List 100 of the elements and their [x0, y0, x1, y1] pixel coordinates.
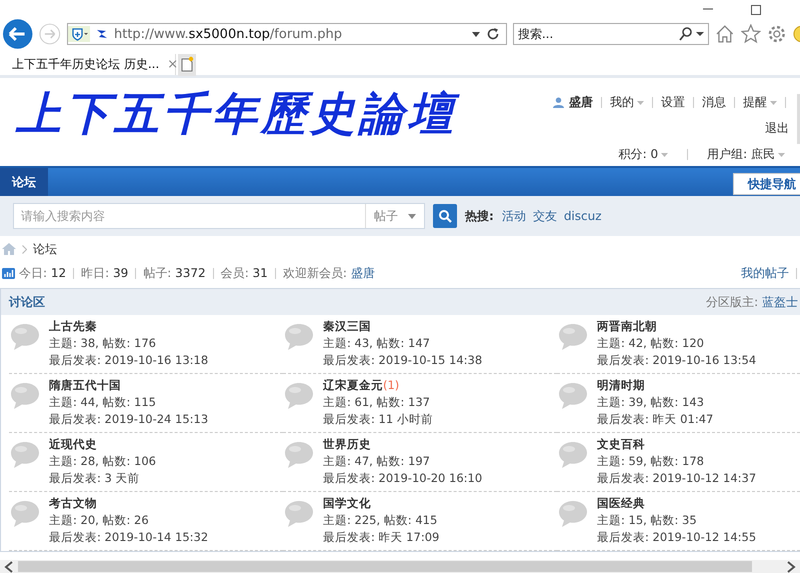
settings-icon[interactable]: [766, 24, 786, 44]
forum-title-link[interactable]: 文史百科: [597, 437, 645, 451]
address-bar[interactable]: http://www.sx5000n.top/forum.php: [67, 23, 507, 45]
speech-bubble-icon: [9, 499, 41, 529]
user-icon: [553, 97, 564, 108]
hot-search-link[interactable]: 交友: [532, 208, 557, 224]
forum-title-link[interactable]: 世界历史: [323, 437, 371, 451]
breadcrumb-link[interactable]: 论坛: [33, 240, 57, 258]
quick-nav-button[interactable]: 快捷导航: [733, 173, 800, 195]
forum-stats: 主题: 225, 帖数: 415: [323, 513, 438, 528]
new-member-label: 欢迎新会员:: [282, 264, 347, 282]
refresh-icon[interactable]: [486, 27, 500, 41]
forum-title-link[interactable]: 秦汉三国: [323, 319, 371, 333]
speech-bubble-icon: [557, 499, 589, 529]
last-post-text: 最后发表: 2019-10-24 15:13: [49, 412, 208, 427]
chevron-icon: [22, 244, 27, 254]
search-placeholder: 搜索...: [518, 26, 554, 42]
last-post-text: 最后发表: 昨天 01:47: [597, 412, 714, 427]
last-post-text: 最后发表: 2019-10-12 14:37: [597, 471, 756, 486]
forum-title-link[interactable]: 国医经典: [597, 496, 645, 510]
user-group-link[interactable]: 用户组: 庶民: [707, 146, 785, 163]
my-posts-link[interactable]: 我的帖子: [741, 264, 789, 282]
forum-title-link[interactable]: 隋唐五代十国: [49, 378, 121, 392]
forum-stats: 主题: 44, 帖数: 115: [49, 395, 157, 410]
user-menu-link[interactable]: 我的: [610, 94, 644, 111]
horizontal-scrollbar[interactable]: [0, 560, 800, 573]
forum-title-link[interactable]: 上古先秦: [49, 319, 97, 333]
search-field[interactable]: 请输入搜索内容 帖子: [13, 203, 425, 229]
new-member-link[interactable]: 盛唐: [350, 264, 375, 282]
last-post-text: 最后发表: 昨天 17:09: [323, 530, 440, 545]
forum-title-link[interactable]: 考古文物: [49, 496, 97, 510]
last-post-text: 最后发表: 2019-10-16 13:54: [597, 353, 756, 368]
forum-title-link[interactable]: 辽宋夏金元: [323, 378, 383, 392]
hot-search-link[interactable]: 活动: [502, 208, 526, 224]
forum-title-link[interactable]: 两晋南北朝: [597, 319, 657, 333]
shield-icon[interactable]: [68, 26, 90, 42]
url-text: http://www.sx5000n.top/forum.php: [114, 26, 343, 42]
home-icon[interactable]: [715, 24, 735, 44]
new-tab-icon[interactable]: [178, 54, 196, 76]
speech-bubble-icon: [9, 322, 41, 352]
moderator-label: 分区版主:: [706, 294, 758, 308]
user-menu-link[interactable]: 提醒: [743, 94, 777, 111]
last-post-text: 最后发表: 11 小时前: [323, 412, 433, 427]
last-post-text: 最后发表: 2019-10-20 16:10: [323, 471, 482, 486]
forum-title-link[interactable]: 近现代史: [49, 437, 97, 451]
last-post-text: 最后发表: 3 天前: [49, 471, 141, 486]
stat-text: 昨日: 39: [81, 264, 128, 282]
stat-text: 今日: 12: [19, 264, 66, 282]
speech-bubble-icon: [283, 440, 315, 470]
back-icon[interactable]: [2, 18, 34, 50]
site-icon: [96, 28, 108, 40]
speech-bubble-icon: [283, 499, 315, 529]
user-menu-link[interactable]: 设置: [661, 94, 685, 111]
speech-bubble-icon: [557, 440, 589, 470]
maximize-icon[interactable]: [750, 4, 762, 16]
forum-stats: 主题: 47, 帖数: 197: [323, 454, 431, 469]
last-post-text: 最后发表: 2019-10-14 15:32: [49, 530, 208, 545]
forum-stats: 主题: 38, 帖数: 176: [49, 336, 157, 351]
forum-title-link[interactable]: 明清时期: [597, 378, 645, 392]
star-icon[interactable]: [740, 24, 761, 44]
speech-bubble-icon: [557, 322, 589, 352]
forum-stats: 主题: 59, 帖数: 178: [597, 454, 705, 469]
forum-stats: 主题: 61, 帖数: 137: [323, 395, 431, 410]
speech-bubble-icon: [9, 440, 41, 470]
search-field[interactable]: 搜索...: [512, 23, 710, 45]
search-button[interactable]: [433, 204, 457, 228]
speech-bubble-icon: [557, 381, 589, 411]
forum-stats: 主题: 39, 帖数: 143: [597, 395, 705, 410]
logout-link[interactable]: 退出: [765, 120, 789, 137]
stat-text: 会员: 31: [220, 264, 268, 282]
scrollbar-thumb[interactable]: [18, 561, 752, 572]
points-link[interactable]: 积分: 0: [618, 146, 668, 163]
scroll-left-icon[interactable]: [4, 560, 14, 572]
nav-tab[interactable]: 论坛: [0, 168, 48, 196]
speech-bubble-icon: [283, 381, 315, 411]
forum-stats: 主题: 20, 帖数: 26: [49, 513, 150, 528]
username-link[interactable]: 盛唐: [569, 94, 593, 111]
search-icon[interactable]: [678, 27, 704, 41]
last-post-text: 最后发表: 2019-10-15 14:38: [323, 353, 482, 368]
forum-stats: 主题: 15, 帖数: 35: [597, 513, 698, 528]
hot-search-link[interactable]: discuz: [564, 209, 602, 223]
user-menu-link[interactable]: 消息: [702, 94, 726, 111]
forum-stats: 主题: 42, 帖数: 120: [597, 336, 705, 351]
stat-text: 帖子: 3372: [143, 264, 206, 282]
last-post-text: 最后发表: 2019-10-12 14:55: [597, 530, 756, 545]
search-icon[interactable]: [438, 209, 452, 223]
scroll-right-icon[interactable]: [786, 560, 796, 572]
forum-stats: 主题: 28, 帖数: 106: [49, 454, 156, 469]
new-post-count: (1): [383, 378, 400, 392]
close-tab-button[interactable]: ×: [167, 57, 178, 72]
hot-search-label: 热搜:: [465, 208, 494, 224]
speech-bubble-icon: [9, 381, 41, 411]
search-type-dropdown[interactable]: 帖子: [365, 204, 424, 228]
speech-bubble-icon: [283, 322, 315, 352]
moderator-link[interactable]: 蓝盔士: [762, 294, 798, 308]
section-title[interactable]: 讨论区: [9, 294, 45, 310]
last-post-text: 最后发表: 2019-10-16 13:18: [49, 353, 208, 368]
forum-title-link[interactable]: 国学文化: [323, 496, 371, 510]
forum-stats: 主题: 43, 帖数: 147: [323, 336, 431, 351]
caret-icon[interactable]: [472, 32, 480, 36]
